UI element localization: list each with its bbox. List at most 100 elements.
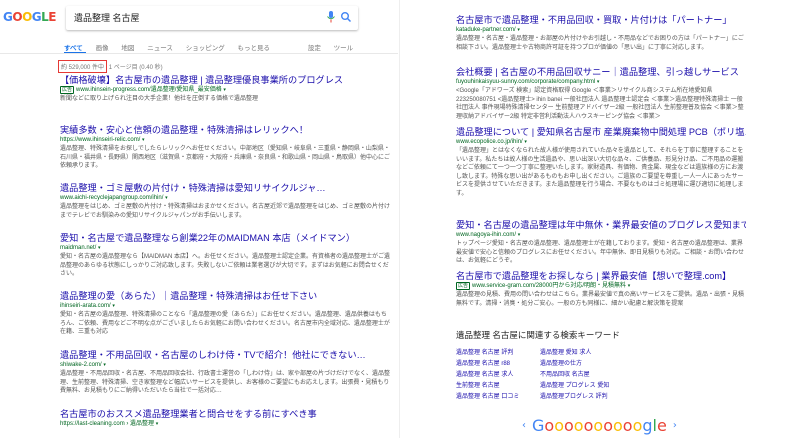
google-logo[interactable]: GOOGLE — [3, 5, 61, 29]
pager-logo: Goooooooooogle — [532, 416, 667, 435]
related-search-link[interactable]: 遺品整理 愛知 求人 — [540, 348, 609, 359]
dropdown-icon[interactable]: ▾ — [518, 232, 521, 238]
dropdown-icon[interactable]: ▾ — [156, 421, 159, 427]
result-title[interactable]: 名古屋市で遺品整理をお探しなら | 業界最安値【想いで整理.com】 — [456, 270, 746, 282]
result-url-text[interactable]: https://www.ihinseiri-relic.com/ — [60, 137, 140, 143]
result-url: https://www.ihinseiri-relic.com/ ▾ — [60, 136, 390, 145]
dropdown-icon[interactable]: ▾ — [103, 362, 106, 368]
related-search-link[interactable]: 遺品整理 名古屋 評判 — [456, 348, 519, 359]
dropdown-icon[interactable]: ▾ — [524, 139, 527, 145]
result-title[interactable]: 愛知・名古屋で遺品整理なら創業22年のMAIDMAN 本店（メイドマン） — [60, 232, 390, 244]
related-search-link[interactable]: 遺品整理 名古屋 口コミ — [456, 392, 519, 403]
search-result: 愛知・名古屋で遺品整理なら創業22年のMAIDMAN 本店（メイドマン） mai… — [60, 232, 390, 279]
result-url: shiwake-2.com/ ▾ — [60, 361, 390, 370]
tab-settings[interactable]: 設定 — [308, 42, 321, 52]
dropdown-icon[interactable]: ▾ — [517, 27, 520, 33]
tab-tools[interactable]: ツール — [334, 42, 354, 52]
ad-badge: 広告 — [60, 86, 75, 94]
tab-images[interactable]: 画像 — [96, 42, 109, 52]
dropdown-icon[interactable]: ▾ — [223, 87, 226, 93]
search-result: 【価格破壊】名古屋市の遺品整理 | 遺品整理優良事業所のプログレス 広告 www.… — [60, 74, 390, 104]
result-title[interactable]: 遺品整理・不用品回収・名古屋のしわけ侍・TVで紹介！他社にできない… — [60, 349, 390, 361]
result-url: 広告 www.ihinsein-progress.com/遺品整理/愛知県_最安価… — [60, 86, 390, 95]
next-page-button[interactable]: › — [673, 420, 677, 431]
result-title[interactable]: 愛知・名古屋の遺品整理は年中無休・業界最安値のプログレス愛知まで — [456, 219, 746, 231]
search-icon[interactable] — [340, 10, 352, 24]
result-snippet: 「遺品整理」とはなくなられた故人様が使用されていた品々を遺品として、それらを丁寧… — [456, 148, 744, 197]
dropdown-icon[interactable]: ▾ — [142, 137, 145, 143]
result-url-text[interactable]: maidman.net/ — [60, 245, 96, 251]
result-url-text[interactable]: shiwake-2.com/ — [60, 362, 102, 368]
result-title[interactable]: 【価格破壊】名古屋市の遺品整理 | 遺品整理優良事業所のプログレス — [60, 74, 390, 86]
search-result: 愛知・名古屋の遺品整理は年中無休・業界最安値のプログレス愛知まで www.nag… — [456, 219, 746, 266]
result-title[interactable]: 実績多数・安心と信頼の遺品整理・特殊清掃はレリックへ！ — [60, 124, 390, 136]
result-snippet: 遺品整理・不用品回収・名古屋、不用品回収会社、行政書士運営の「しわけ侍」は、家や… — [60, 371, 391, 395]
dropdown-icon[interactable]: ▾ — [165, 195, 168, 201]
result-snippet: トップページ愛知・名古屋の遺品整理、遺品整理士が在籍しております。愛知・名古屋の… — [456, 241, 745, 265]
result-title[interactable]: 遺品整理について | 愛知県名古屋市 産業廃棄物中間処理 PCB（ポリ塩… — [456, 126, 746, 138]
microphone-icon[interactable] — [326, 10, 336, 24]
related-search-link[interactable]: 遺品整理 名古屋 求人 — [456, 370, 519, 381]
result-url-text[interactable]: www.ecopolice.co.jp/ihin/ — [456, 139, 523, 145]
result-url-text[interactable]: ihinseiri-arata.com/ — [60, 303, 111, 309]
result-url: katadukе-partner.com/ ▾ — [456, 26, 746, 35]
result-stats: 約 529,000 件中 1 ページ目 (0.40 秒) — [58, 60, 163, 73]
result-url-text[interactable]: katadukе-partner.com/ — [456, 27, 516, 33]
result-snippet: 愛知・名古屋の遺品整理、特殊清掃のことなら「遺品整理の愛（あらた）」にお任せくだ… — [60, 312, 390, 336]
result-url-text[interactable]: www.service-gram.com/28000円から対応/明朗・見積無料 — [472, 283, 626, 289]
result-snippet: <Google「アドワーズ 検索」認定資格取得 Google ＜事業＞リサイクル… — [456, 88, 744, 120]
prev-page-button[interactable]: ‹ — [522, 420, 526, 431]
search-result: 名古屋市で遺品整理をお探しなら | 業界最安値【想いで整理.com】 広告 www… — [456, 270, 746, 308]
result-url-text[interactable]: https://last-cleaning.com › 遺品整理 — [60, 421, 154, 427]
result-url: 広告 www.service-gram.com/28000円から対応/明朗・見積無… — [456, 282, 746, 291]
result-snippet: 愛知・名古屋の遺品整理なら【MAIDMAN 本店】へ。お任せください。遺品整理士… — [60, 254, 391, 278]
related-search-link[interactable]: 生前整理 名古屋 — [456, 381, 519, 392]
dropdown-icon[interactable]: ▾ — [112, 303, 115, 309]
result-url-text[interactable]: www.ihinsein-progress.com/遺品整理/愛知県_最安価格 — [76, 87, 222, 93]
related-search-link[interactable]: 遺品整理 プログレス 愛知 — [540, 381, 609, 392]
tab-more[interactable]: もっと見る — [238, 42, 271, 52]
result-title[interactable]: 名古屋市で遺品整理・不用品回収・買取・片付けは「パートナー」 — [456, 14, 746, 26]
result-url: www.aichi-recyclejapangroup.com/ihin/ ▾ — [60, 194, 390, 203]
tab-shopping[interactable]: ショッピング — [186, 42, 225, 52]
result-title[interactable]: 会社概要 | 名古屋の不用品回収サニー｜遺品整理、引っ越しサービス — [456, 66, 746, 78]
related-searches-col-1: 遺品整理 名古屋 評判 遺品整理 名古屋 r88 遺品整理 名古屋 求人 生前整… — [456, 348, 519, 403]
tabs-divider — [0, 53, 398, 54]
tab-all[interactable]: すべて — [64, 42, 83, 52]
right-panel: 名古屋市で遺品整理・不用品回収・買取・片付けは「パートナー」 katadukе-… — [404, 0, 800, 438]
result-title[interactable]: 遺品整理・ゴミ屋敷の片付け・特殊清掃は愛知リサイクルジャ… — [60, 182, 390, 194]
result-url: https://last-cleaning.com › 遺品整理 ▾ — [60, 420, 390, 429]
related-search-link[interactable]: 遺品整理の仕方 — [540, 359, 609, 370]
search-result: 遺品整理・ゴミ屋敷の片付け・特殊清掃は愛知リサイクルジャ… www.aichi-… — [60, 182, 390, 220]
result-url: www.ecopolice.co.jp/ihin/ ▾ — [456, 138, 746, 147]
page-info: 1 ページ目 (0.40 秒) — [108, 65, 163, 71]
result-title[interactable]: 遺品整理の愛（あらた）｜遺品整理・特殊清掃はお任せ下さい — [60, 290, 390, 302]
tab-maps[interactable]: 地図 — [121, 42, 134, 52]
panel-divider — [399, 0, 400, 438]
tab-news[interactable]: ニュース — [147, 42, 173, 52]
search-box[interactable]: 遺品整理 名古屋 — [66, 6, 358, 30]
result-url-text[interactable]: www.nagoya-ihin.com/ — [456, 232, 516, 238]
result-snippet: 遺品整理をはじめ、ゴミ屋敷の片付け・特殊清掃はおまかせください。名古屋近郊で遺品… — [60, 204, 391, 219]
related-searches-col-2: 遺品整理 愛知 求人 遺品整理の仕方 不用品回収 名古屋 遺品整理 プログレス … — [540, 348, 609, 403]
dropdown-icon[interactable]: ▾ — [597, 79, 600, 85]
related-searches-heading: 遺品整理 名古屋に関連する検索キーワード — [456, 330, 620, 340]
related-search-link[interactable]: 遺品整理 名古屋 r88 — [456, 359, 519, 370]
result-url: ihinseiri-arata.com/ ▾ — [60, 302, 390, 311]
result-url: maidman.net/ ▾ — [60, 244, 390, 253]
result-url: fuyouhinkaisyuu-sunny.com/corporate/comp… — [456, 78, 746, 87]
pagination: ‹ Goooooooooogle › — [522, 416, 677, 435]
search-input[interactable]: 遺品整理 名古屋 — [74, 11, 140, 24]
search-result: 遺品整理の愛（あらた）｜遺品整理・特殊清掃はお任せ下さい ihinseiri-a… — [60, 290, 390, 337]
result-title[interactable]: 名古屋市のおススメ遺品整理業者と問合せをする前にすべき事 — [60, 408, 390, 420]
result-url-text[interactable]: fuyouhinkaisyuu-sunny.com/corporate/comp… — [456, 79, 595, 85]
result-snippet: 遺品整理、特殊清掃をお探しでしたらレリックへお任せください。中部地区（愛知県・岐… — [60, 146, 390, 170]
left-panel: GOOGLE 遺品整理 名古屋 すべて 画像 地図 ニュース ショッピング もっ… — [0, 0, 398, 438]
dropdown-icon[interactable]: ▾ — [98, 245, 101, 251]
related-search-link[interactable]: 不用品回収 名古屋 — [540, 370, 609, 381]
related-search-link[interactable]: 遺品整理プログレス 評判 — [540, 392, 609, 403]
result-url: www.nagoya-ihin.com/ ▾ — [456, 231, 746, 240]
dropdown-icon[interactable]: ▾ — [628, 283, 631, 289]
result-snippet: 新聞などに取り上げられ注目の大手企業！他社を圧倒する価格で遺品整理 — [60, 96, 259, 102]
result-url-text[interactable]: www.aichi-recyclejapangroup.com/ihin/ — [60, 195, 163, 201]
